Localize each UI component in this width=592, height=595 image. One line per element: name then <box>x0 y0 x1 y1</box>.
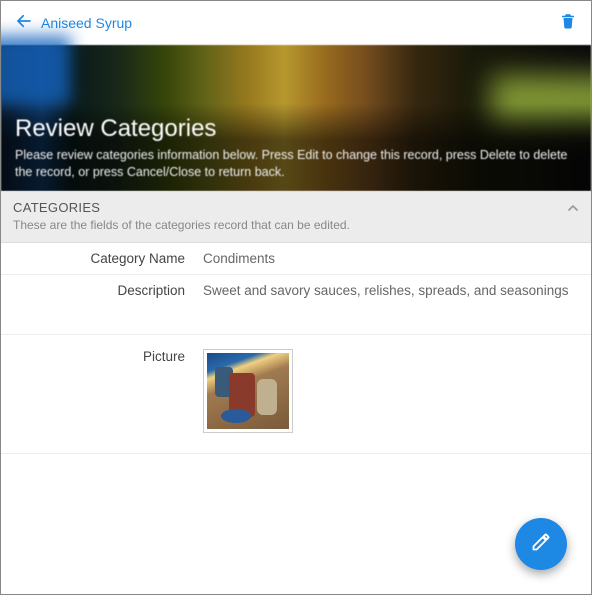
section-subtitle: These are the fields of the categories r… <box>13 218 579 232</box>
delete-button[interactable] <box>559 11 577 36</box>
field-row-description: Description Sweet and savory sauces, rel… <box>1 275 591 335</box>
app-frame: Aniseed Syrup Review Categories Please r… <box>0 0 592 595</box>
arrow-left-icon <box>15 12 33 35</box>
page-subtitle: Please review categories information bel… <box>15 147 577 181</box>
picture-image <box>207 353 289 429</box>
edit-fab-button[interactable] <box>515 518 567 570</box>
section-header[interactable]: CATEGORIES These are the fields of the c… <box>1 191 591 243</box>
back-button[interactable]: Aniseed Syrup <box>15 12 132 35</box>
pencil-icon <box>531 532 551 557</box>
chevron-up-icon <box>565 200 581 221</box>
page-title: Review Categories <box>15 115 577 143</box>
picture-thumbnail[interactable] <box>203 349 293 433</box>
section-title: CATEGORIES <box>13 200 579 215</box>
field-label: Description <box>13 283 203 326</box>
field-label: Category Name <box>13 251 203 266</box>
top-bar: Aniseed Syrup <box>1 1 591 45</box>
field-value: Condiments <box>203 251 579 266</box>
fields-panel: Category Name Condiments Description Swe… <box>1 243 591 454</box>
field-value: Sweet and savory sauces, relishes, sprea… <box>203 283 579 326</box>
back-label: Aniseed Syrup <box>41 15 132 31</box>
field-row-picture: Picture <box>1 335 591 454</box>
field-row-category-name: Category Name Condiments <box>1 243 591 275</box>
trash-icon <box>559 18 577 35</box>
field-label: Picture <box>13 349 203 433</box>
hero-banner: Review Categories Please review categori… <box>1 45 591 191</box>
